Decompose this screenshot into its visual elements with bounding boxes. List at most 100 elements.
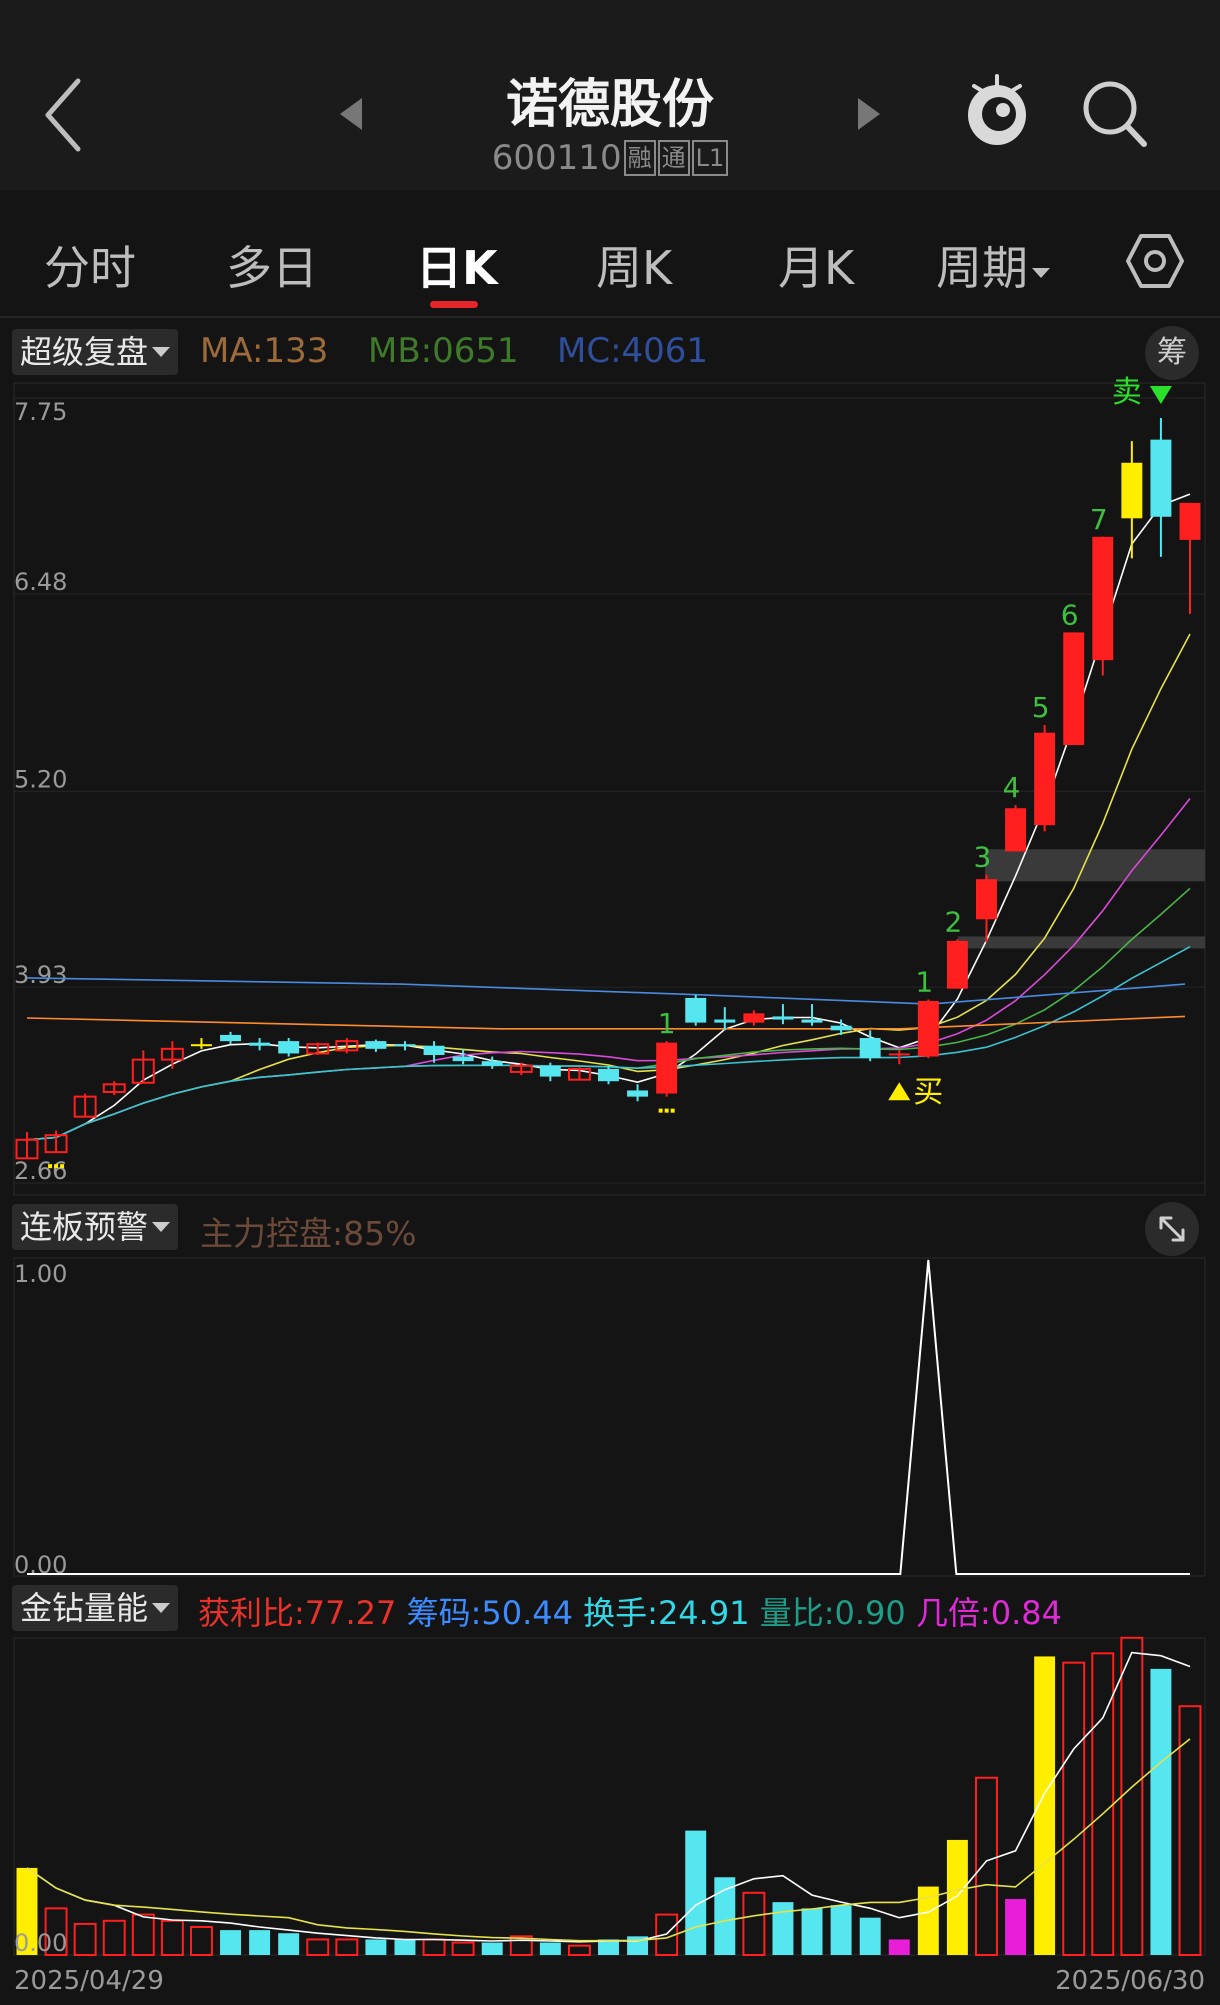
volume-bar xyxy=(539,1942,561,1955)
volume-bar xyxy=(102,1919,126,1957)
y-tick-label: 1.00 xyxy=(14,1260,67,1288)
candle xyxy=(481,1061,503,1066)
volume-bar xyxy=(1005,1899,1027,1955)
volume-bar xyxy=(44,1907,68,1956)
volume-chart-frame xyxy=(13,1637,1206,1956)
volume-bar xyxy=(73,1922,97,1957)
y-tick-label: 5.20 xyxy=(14,765,67,793)
ma-line-white xyxy=(26,493,1191,1141)
volume-bar xyxy=(131,1913,155,1956)
volume-bar xyxy=(249,1930,271,1955)
volume-bar xyxy=(598,1939,619,1955)
expand-icon xyxy=(1159,1216,1185,1242)
volume-bar xyxy=(1062,1661,1086,1957)
stock-code: 600110 xyxy=(491,138,622,178)
ma-line-yellow xyxy=(26,633,1191,1141)
chevron-down-icon xyxy=(1032,268,1050,278)
expand-button[interactable] xyxy=(1145,1202,1199,1256)
candle xyxy=(656,1042,678,1094)
settings-icon[interactable] xyxy=(1126,232,1184,290)
buy-arrow-icon xyxy=(888,1082,911,1101)
y-tick-label: 3.93 xyxy=(14,961,67,989)
candle xyxy=(423,1045,445,1055)
board-indicator-select[interactable]: 连板预警 xyxy=(12,1204,179,1250)
chip-value: 筹码:50.44 xyxy=(406,1594,573,1632)
ma-value: MA:133 xyxy=(200,331,329,371)
count-label: 1 xyxy=(658,1007,676,1040)
margin-badge: 融 xyxy=(623,140,656,176)
stock-code-row: 600110 融通 L1 xyxy=(0,138,1220,178)
tab-weekly-k[interactable]: 周K xyxy=(596,232,672,298)
candle xyxy=(394,1044,416,1047)
tab-intraday[interactable]: 分时 xyxy=(44,232,136,298)
volume-bar xyxy=(772,1902,794,1955)
main-control-value: 主力控盘:85% xyxy=(200,1214,417,1253)
candle xyxy=(102,1083,126,1094)
y-tick-label: 7.75 xyxy=(14,398,67,426)
chevron-down-icon xyxy=(152,347,171,357)
candle xyxy=(830,1025,852,1031)
signal-dot xyxy=(48,1164,53,1169)
mc-value: MC:4061 xyxy=(557,331,709,371)
volume-bar xyxy=(655,1913,679,1956)
board-indicator-name: 连板预警 xyxy=(20,1208,149,1246)
candle xyxy=(1121,462,1143,519)
count-label: 2 xyxy=(944,905,962,938)
main-indicator-select[interactable]: 超级复盘 xyxy=(12,329,179,375)
candle xyxy=(801,1019,823,1023)
volume-bar xyxy=(481,1942,503,1955)
search-icon[interactable] xyxy=(1080,78,1150,150)
resistance-band xyxy=(958,936,1205,949)
tab-daily-k[interactable]: 日K xyxy=(416,232,498,298)
volume-bar xyxy=(422,1938,446,1956)
volume-bar xyxy=(394,1939,416,1955)
count-label: 5 xyxy=(1032,691,1050,724)
candle xyxy=(859,1038,881,1059)
candle xyxy=(160,1047,184,1061)
candle xyxy=(1179,502,1201,540)
y-tick-label: 6.48 xyxy=(14,568,67,596)
candle xyxy=(306,1043,330,1055)
signal-dot xyxy=(658,1108,663,1113)
count-label: 3 xyxy=(974,841,992,874)
signal-dot xyxy=(54,1164,59,1169)
mascot-icon[interactable] xyxy=(962,70,1032,150)
stock-title: 诺德股份 xyxy=(505,75,714,135)
mb-value: MB:0651 xyxy=(368,331,519,371)
candle xyxy=(598,1068,619,1082)
volume-bar xyxy=(801,1908,823,1955)
volume-bar xyxy=(1150,1668,1172,1955)
ma-line-magenta xyxy=(26,798,1191,1141)
volume-indicator-name: 金钻量能 xyxy=(20,1589,149,1627)
y-tick-label: 2.66 xyxy=(14,1157,67,1185)
signal-dot xyxy=(664,1108,669,1113)
volume-bar xyxy=(917,1886,939,1955)
level1-badge: L1 xyxy=(691,140,729,176)
volume-bar xyxy=(220,1930,241,1955)
volume-bar xyxy=(888,1939,910,1955)
active-tab-indicator xyxy=(430,301,478,308)
volume-bar xyxy=(627,1936,649,1955)
chip-distribution-button[interactable]: 筹 xyxy=(1145,326,1199,380)
volume-bar xyxy=(859,1917,881,1955)
volume-bar xyxy=(189,1926,213,1957)
candle xyxy=(685,997,707,1023)
tab-multi-day[interactable]: 多日 xyxy=(226,232,318,298)
candle xyxy=(539,1065,561,1077)
candle xyxy=(278,1041,300,1054)
candle xyxy=(131,1058,155,1084)
sell-label: 卖 xyxy=(1112,375,1142,410)
volume-bar xyxy=(685,1830,707,1955)
volume-indicator-select[interactable]: 金钻量能 xyxy=(12,1585,179,1631)
resistance-band xyxy=(985,849,1205,882)
candle xyxy=(15,1138,39,1160)
candle xyxy=(1063,632,1085,746)
tab-monthly-k[interactable]: 月K xyxy=(778,232,854,298)
volume-bar xyxy=(335,1938,359,1956)
candle xyxy=(73,1095,97,1118)
next-stock-arrow-icon[interactable] xyxy=(858,98,880,130)
candle xyxy=(772,1016,794,1020)
tab-period-dropdown[interactable]: 周期 xyxy=(936,232,1050,298)
signal-dot xyxy=(670,1108,675,1113)
volume-bar xyxy=(509,1935,533,1956)
